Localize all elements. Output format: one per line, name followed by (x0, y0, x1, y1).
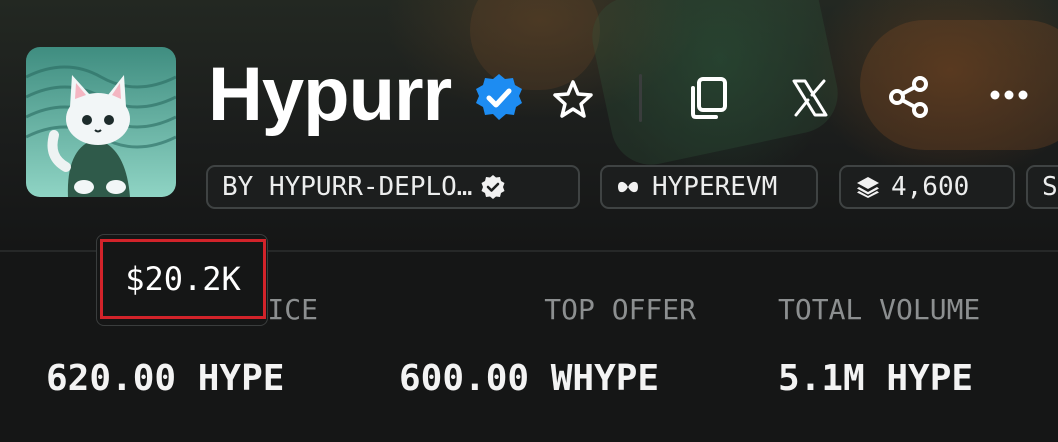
creator-label: BY HYPURR-DEPLO… (222, 172, 473, 202)
collection-title: Hypurr (208, 52, 452, 137)
collection-avatar (26, 47, 176, 197)
total-volume-label: TOTAL VOLUME (778, 293, 981, 326)
more-icon[interactable] (988, 86, 1030, 104)
copy-icon[interactable] (688, 76, 728, 120)
top-offer-label: TOP OFFER (544, 293, 696, 326)
layers-icon (857, 177, 879, 198)
x-logo-icon[interactable] (790, 78, 830, 118)
total-volume-value: 5.1M HYPE (778, 358, 974, 399)
top-offer-value: 600.00 WHYPE (399, 358, 660, 399)
verified-badge-icon (476, 74, 522, 120)
actions-divider (639, 74, 642, 122)
extra-chip-label: S (1042, 172, 1058, 202)
floor-price-value: 620.00 HYPE (46, 358, 285, 399)
chain-chip[interactable]: HYPEREVM (600, 165, 818, 209)
star-icon[interactable] (552, 78, 594, 120)
chain-label: HYPEREVM (652, 172, 778, 202)
hyperevm-logo-icon (618, 181, 638, 193)
extra-chip[interactable]: S (1026, 165, 1058, 209)
item-count: 4,600 (891, 172, 970, 202)
creator-chip[interactable]: BY HYPURR-DEPLO… (206, 165, 580, 209)
floor-price-label: ICE (267, 293, 318, 326)
price-tooltip-value: $20.2K (100, 239, 266, 319)
share-icon[interactable] (888, 76, 930, 118)
creator-verified-icon (481, 175, 505, 199)
item-count-chip[interactable]: 4,600 (839, 165, 1015, 209)
